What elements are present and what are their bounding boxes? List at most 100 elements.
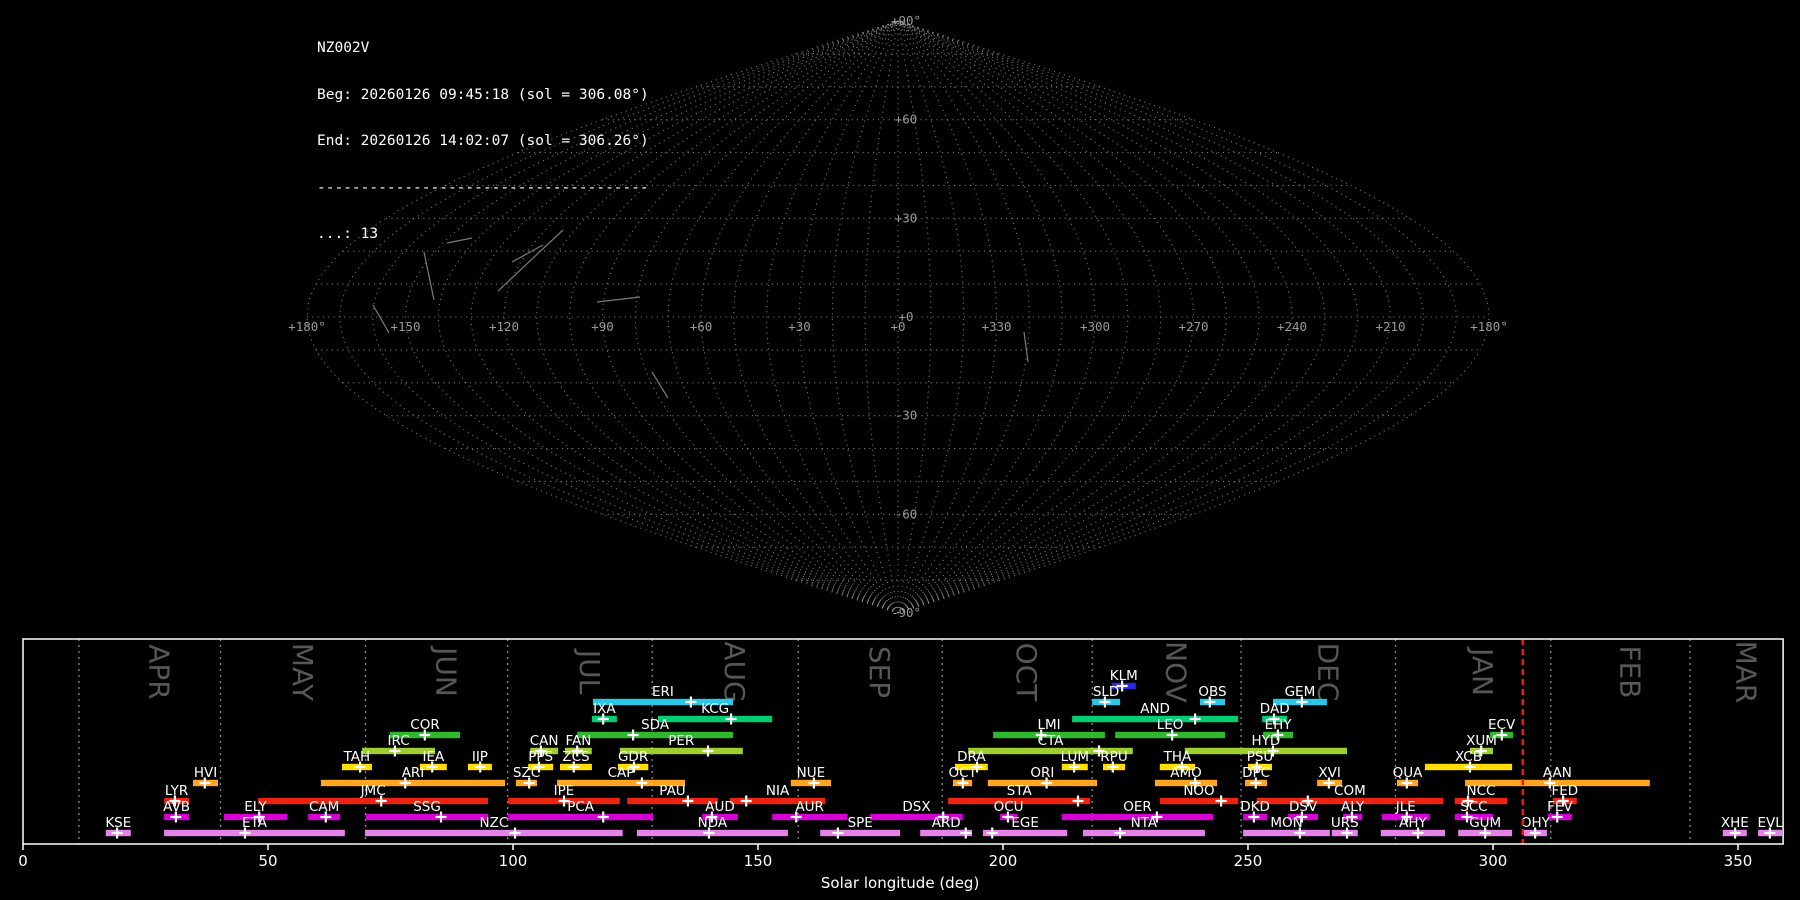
shower-label: AUR xyxy=(795,799,824,815)
month-label: AUG xyxy=(718,641,751,702)
shower-label: PPS xyxy=(528,749,553,765)
month-label: JUN xyxy=(430,645,463,697)
shower-label: NUE xyxy=(797,765,826,781)
shower-peak-marker xyxy=(509,827,521,839)
ecliptic-longitude-label: +330 xyxy=(981,319,1011,334)
activity-chart: APR MAY JUN JUL AUG SEP OCT NOV DEC JAN FEB MAR KLM E… xyxy=(18,638,1784,892)
shower-label: ORI xyxy=(1030,765,1054,781)
ecliptic-latitude-label: -30 xyxy=(895,408,918,423)
shower-label: CTA xyxy=(1038,733,1065,749)
meteor-trail xyxy=(372,304,390,334)
shower-label: NTA xyxy=(1131,815,1158,831)
shower-label: DSX xyxy=(902,799,930,815)
ecliptic-longitude-label: +30 xyxy=(788,319,811,334)
grid-meridian xyxy=(897,20,1326,614)
shower-label: STA xyxy=(1007,783,1033,799)
shower-peak-marker xyxy=(1114,827,1126,839)
grid-meridian xyxy=(306,20,899,614)
x-tick-label: 50 xyxy=(258,852,277,870)
shower-peak-marker xyxy=(1072,795,1084,807)
shower-label: IXA xyxy=(593,701,616,717)
shower-label: EGE xyxy=(1011,815,1039,831)
grid-meridian xyxy=(897,20,1195,614)
shower-label: MON xyxy=(1270,815,1302,831)
shower-label: OHY xyxy=(1521,815,1551,831)
month-label: MAY xyxy=(286,643,319,702)
shower-label: ECV xyxy=(1488,717,1516,733)
shower-peak-marker xyxy=(986,827,998,839)
shower-label: OCT xyxy=(948,765,977,781)
shower-label: THA xyxy=(1163,749,1192,765)
shower-label: DSV xyxy=(1289,799,1318,815)
shower-label: LEO xyxy=(1157,717,1184,733)
shower-label: NCC xyxy=(1467,783,1496,799)
shower-peak-marker xyxy=(960,827,972,839)
shower-label: NIA xyxy=(766,783,790,799)
shower-label: COM xyxy=(1334,783,1366,799)
ecliptic-latitude-label: -60 xyxy=(895,506,918,521)
shower-label: DAD xyxy=(1260,701,1290,717)
month-label: FEB xyxy=(1613,645,1646,698)
shower-label: ELY xyxy=(244,799,267,815)
shower-label: IIP xyxy=(472,749,488,765)
shower-label: PAU xyxy=(659,783,685,799)
shower-label: GUM xyxy=(1469,815,1501,831)
shower-label: KLM xyxy=(1110,668,1138,684)
shower-label: XVI xyxy=(1318,765,1340,781)
x-tick-label: 350 xyxy=(1724,852,1753,870)
sky-map: +180° +150 +120 +90 +60 +30 +0 +330 +300 +270 +240… xyxy=(288,13,1508,620)
month-label: DEC xyxy=(1311,643,1344,702)
shower-label: LUM xyxy=(1061,749,1089,765)
grid-meridian xyxy=(798,20,899,614)
shower-label: AHY xyxy=(1399,815,1427,831)
meteor-trail xyxy=(651,371,669,399)
shower-label: COR xyxy=(410,717,439,733)
shower-label: OCU xyxy=(994,799,1024,815)
shower-label: FAN xyxy=(565,733,591,749)
shower-label: SZC xyxy=(513,765,540,781)
shower-label: SCC xyxy=(1460,799,1487,815)
grid-meridian xyxy=(536,20,899,614)
shower-peak-marker xyxy=(627,729,639,741)
shower-label: SSG xyxy=(413,799,441,815)
ecliptic-longitude-label: +240 xyxy=(1277,319,1307,334)
shower-label: KSE xyxy=(105,815,131,831)
grid-meridian xyxy=(897,20,1392,614)
month-label: NOV xyxy=(1160,641,1193,703)
shower-label: ALY xyxy=(1341,799,1365,815)
shower-peak-marker xyxy=(740,795,752,807)
shower-label: FED xyxy=(1551,783,1578,799)
shower-label: URS xyxy=(1331,815,1359,831)
shower-label: SPE xyxy=(848,815,873,831)
grid-meridian xyxy=(897,20,1490,614)
shower-label: DPC xyxy=(1242,765,1270,781)
shower-label: XUM xyxy=(1466,733,1497,749)
shower-label: JMC xyxy=(360,783,386,799)
month-label: MAR xyxy=(1730,641,1763,704)
shower-label: LMI xyxy=(1038,717,1061,733)
ecliptic-longitude-label: +180° xyxy=(288,319,326,334)
shower-label: TAH xyxy=(343,749,371,765)
shower-peak-marker xyxy=(832,827,844,839)
ecliptic-latitude-label: +90° xyxy=(891,13,921,28)
shower-label: LYR xyxy=(165,783,188,799)
shower-label: IRC xyxy=(388,733,410,749)
shower-peak-marker xyxy=(1189,713,1201,725)
shower-peak-marker xyxy=(685,696,697,708)
shower-label: QUA xyxy=(1393,765,1424,781)
shower-peak-marker xyxy=(1215,795,1227,807)
shower-label: SDA xyxy=(641,717,670,733)
shower-label: AVB xyxy=(163,799,190,815)
shower-label: CAP xyxy=(608,765,635,781)
shower-label: ERI xyxy=(652,684,674,700)
ecliptic-longitude-label: +210 xyxy=(1375,319,1405,334)
x-axis-title: Solar longitude (deg) xyxy=(821,874,979,892)
shower-peak-marker xyxy=(636,777,648,789)
month-label: OCT xyxy=(1010,643,1043,703)
shower-label: CAM xyxy=(309,799,339,815)
shower-label: KCG xyxy=(701,701,729,717)
x-tick-label: 200 xyxy=(989,852,1018,870)
shower-label: NDA xyxy=(698,815,728,831)
ecliptic-latitude-label: +30 xyxy=(895,210,918,225)
month-label: JUL xyxy=(573,648,606,695)
